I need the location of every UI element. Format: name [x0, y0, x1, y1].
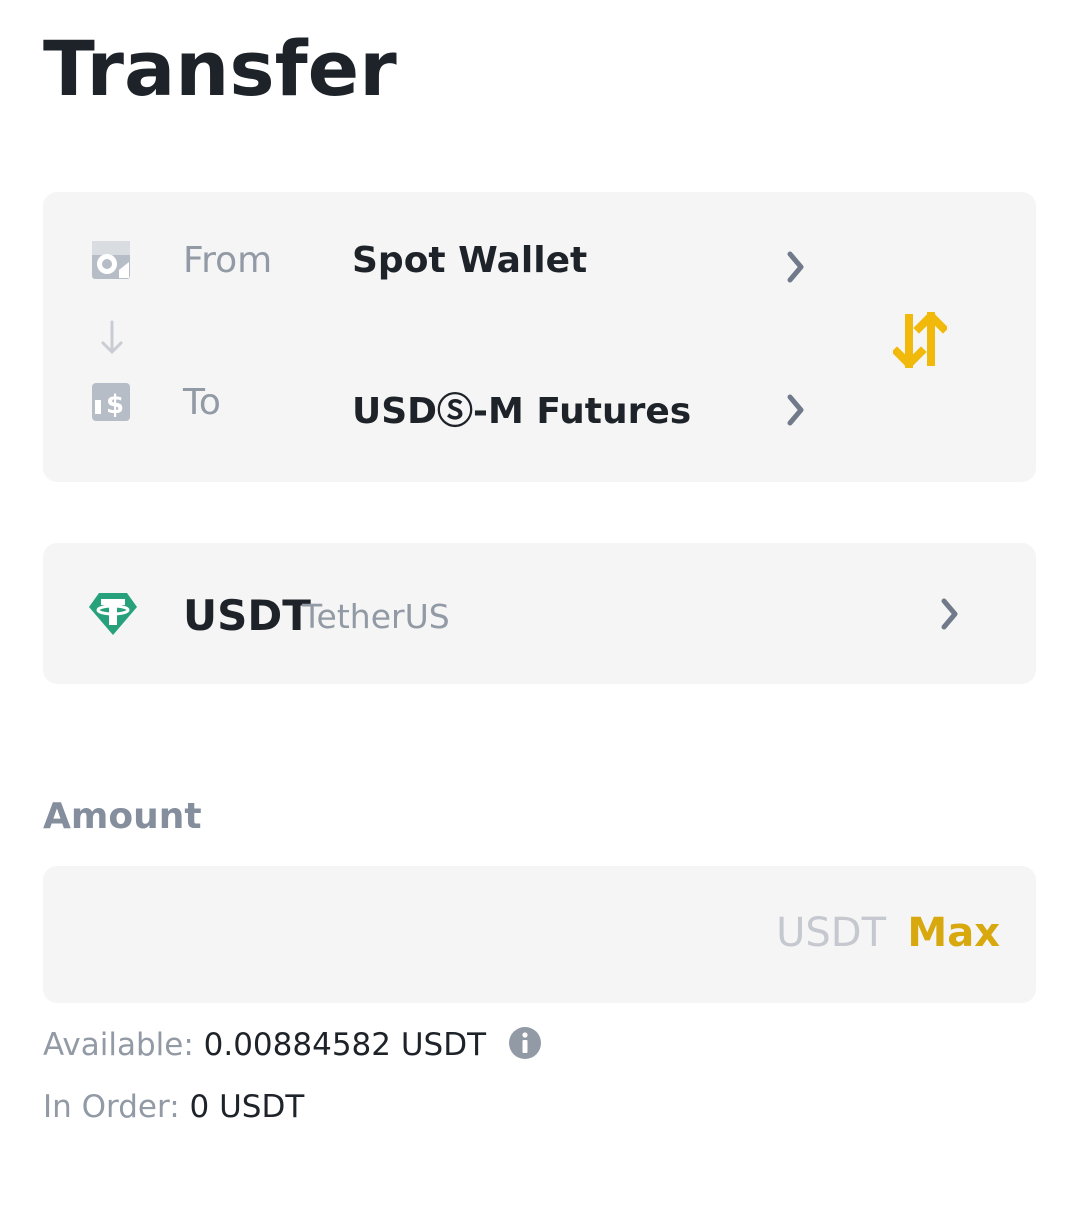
from-wallet-value: Spot Wallet: [352, 240, 588, 281]
spot-wallet-icon: [92, 241, 130, 279]
page-title: Transfer: [43, 24, 397, 113]
in-order-balance: In Order: 0 USDT: [43, 1089, 304, 1125]
coin-symbol: USDT: [183, 591, 311, 640]
available-value: 0.00884582 USDT: [203, 1027, 487, 1063]
coin-selector[interactable]: USDT TetherUS: [43, 543, 1036, 684]
max-button[interactable]: Max: [907, 910, 1000, 956]
available-balance: Available: 0.00884582 USDT: [43, 1026, 542, 1063]
amount-input[interactable]: USDT Max: [43, 866, 1036, 1003]
to-wallet-value: USDⓈ-M Futures: [352, 391, 692, 432]
chevron-right-icon: [787, 251, 804, 283]
futures-wallet-icon: $: [92, 383, 130, 421]
wallet-selector-card: From Spot Wallet $ To USDⓈ-M Futures: [43, 192, 1036, 482]
to-label: To: [183, 382, 221, 423]
arrow-down-icon: [101, 320, 123, 354]
from-label: From: [183, 240, 273, 281]
info-icon[interactable]: [508, 1026, 542, 1060]
in-order-value: 0 USDT: [189, 1089, 305, 1125]
coin-name: TetherUS: [302, 597, 450, 636]
amount-unit: USDT: [776, 910, 886, 956]
amount-label: Amount: [43, 796, 202, 837]
available-label: Available:: [43, 1027, 194, 1063]
swap-direction-icon[interactable]: [893, 312, 947, 368]
tether-icon: [89, 593, 137, 635]
chevron-right-icon: [941, 598, 958, 630]
chevron-right-icon: [787, 394, 804, 426]
in-order-label: In Order:: [43, 1089, 180, 1125]
svg-text:$: $: [106, 390, 124, 420]
